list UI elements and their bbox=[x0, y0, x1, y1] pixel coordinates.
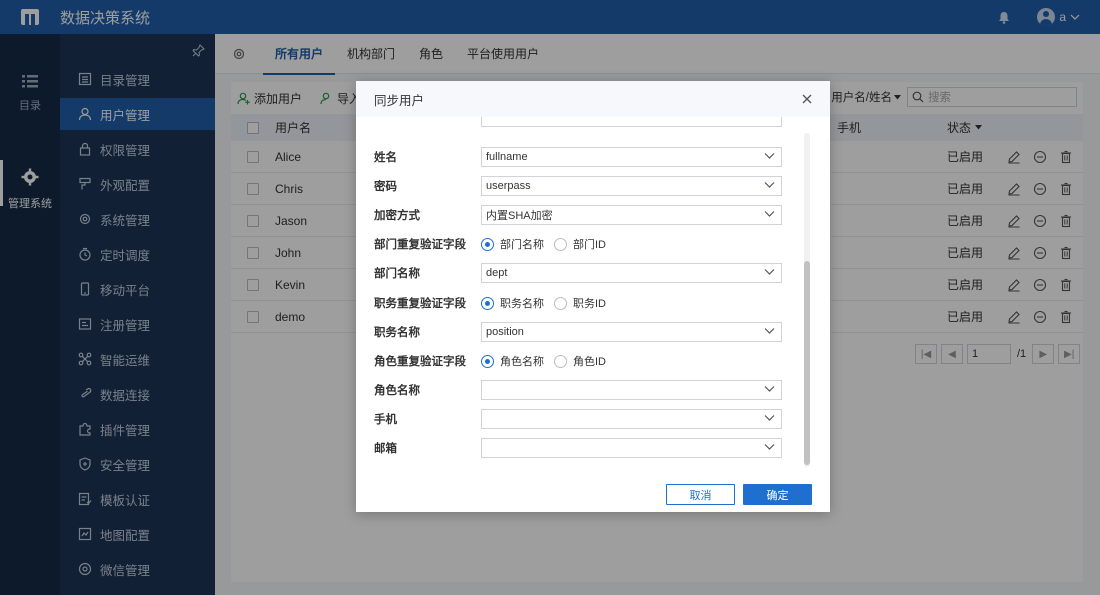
role-name-radio[interactable]: 角色名称 bbox=[481, 353, 544, 369]
fullname-value: fullname bbox=[486, 151, 528, 163]
mobile-select[interactable] bbox=[481, 409, 782, 429]
sync-users-dialog: 同步用户 姓名 fullname 密码 userpass 加密方式 内置SHA加… bbox=[356, 81, 830, 512]
chevron-down-icon bbox=[764, 328, 775, 334]
field-row-email: 邮箱 bbox=[374, 437, 784, 459]
post-name-radio-label: 职务名称 bbox=[500, 298, 544, 310]
field-row-fullname: 姓名 fullname bbox=[374, 146, 784, 168]
chevron-down-icon bbox=[764, 211, 775, 217]
chevron-down-icon bbox=[764, 153, 775, 159]
dept-name-radio-label: 部门名称 bbox=[500, 239, 544, 251]
field-row-password: 密码 userpass bbox=[374, 175, 784, 197]
dialog-header: 同步用户 bbox=[356, 81, 830, 117]
role-id-radio[interactable]: 角色ID bbox=[554, 353, 606, 369]
password-label: 密码 bbox=[374, 181, 397, 193]
field-row-encrypt: 加密方式 内置SHA加密 bbox=[374, 204, 784, 226]
password-select[interactable]: userpass bbox=[481, 176, 782, 196]
role-id-radio-label: 角色ID bbox=[573, 356, 606, 368]
dialog-body: 姓名 fullname 密码 userpass 加密方式 内置SHA加密 部门重… bbox=[356, 117, 830, 467]
role-name-select[interactable] bbox=[481, 380, 782, 400]
dept-verify-label: 部门重复验证字段 bbox=[374, 239, 466, 251]
field-row-post-verify: 职务重复验证字段 职务名称 职务ID bbox=[374, 292, 784, 314]
hidden-select[interactable] bbox=[481, 117, 782, 127]
chevron-down-icon bbox=[764, 415, 775, 421]
post-name-value: position bbox=[486, 326, 524, 338]
chevron-down-icon bbox=[764, 386, 775, 392]
post-id-radio[interactable]: 职务ID bbox=[554, 295, 606, 311]
chevron-down-icon bbox=[764, 269, 775, 275]
post-id-radio-label: 职务ID bbox=[573, 298, 606, 310]
role-name-radio-label: 角色名称 bbox=[500, 356, 544, 368]
fullname-select[interactable]: fullname bbox=[481, 147, 782, 167]
dept-id-radio-label: 部门ID bbox=[573, 239, 606, 251]
field-row-mobile: 手机 bbox=[374, 408, 784, 430]
post-verify-radio-group: 职务名称 职务ID bbox=[481, 295, 608, 311]
post-name-radio[interactable]: 职务名称 bbox=[481, 295, 544, 311]
post-verify-label: 职务重复验证字段 bbox=[374, 298, 466, 310]
radio-dot bbox=[481, 296, 494, 310]
email-label: 邮箱 bbox=[374, 443, 397, 455]
dept-name-label: 部门名称 bbox=[374, 268, 420, 280]
radio-dot bbox=[554, 354, 567, 368]
dialog-footer: 取消 确定 bbox=[356, 467, 830, 512]
role-verify-label: 角色重复验证字段 bbox=[374, 356, 466, 368]
chevron-down-icon bbox=[764, 182, 775, 188]
field-row-hidden bbox=[374, 117, 784, 128]
dept-id-radio[interactable]: 部门ID bbox=[554, 236, 606, 252]
field-row-dept-name: 部门名称 dept bbox=[374, 262, 784, 284]
field-row-post-name: 职务名称 position bbox=[374, 321, 784, 343]
dept-name-value: dept bbox=[486, 267, 508, 279]
encrypt-select[interactable]: 内置SHA加密 bbox=[481, 205, 782, 225]
fullname-label: 姓名 bbox=[374, 152, 397, 164]
dept-name-select[interactable]: dept bbox=[481, 263, 782, 283]
encrypt-value: 内置SHA加密 bbox=[486, 210, 553, 222]
role-name-label: 角色名称 bbox=[374, 385, 420, 397]
radio-dot bbox=[554, 296, 567, 310]
field-row-dept-verify: 部门重复验证字段 部门名称 部门ID bbox=[374, 233, 784, 255]
close-icon[interactable] bbox=[800, 92, 814, 106]
encrypt-label: 加密方式 bbox=[374, 210, 420, 222]
password-value: userpass bbox=[486, 180, 531, 192]
mobile-label: 手机 bbox=[374, 414, 397, 426]
chevron-down-icon bbox=[764, 444, 775, 450]
field-row-role-verify: 角色重复验证字段 角色名称 角色ID bbox=[374, 350, 784, 372]
field-row-role-name: 角色名称 bbox=[374, 379, 784, 401]
radio-dot bbox=[554, 237, 567, 251]
dialog-scrollbar-thumb[interactable] bbox=[804, 261, 810, 465]
cancel-button[interactable]: 取消 bbox=[666, 484, 735, 505]
post-name-label: 职务名称 bbox=[374, 327, 420, 339]
dept-verify-radio-group: 部门名称 部门ID bbox=[481, 236, 608, 252]
confirm-button[interactable]: 确定 bbox=[743, 484, 812, 505]
post-name-select[interactable]: position bbox=[481, 322, 782, 342]
radio-dot bbox=[481, 354, 494, 368]
dept-name-radio[interactable]: 部门名称 bbox=[481, 236, 544, 252]
role-verify-radio-group: 角色名称 角色ID bbox=[481, 353, 608, 369]
dialog-title: 同步用户 bbox=[374, 93, 425, 108]
email-select[interactable] bbox=[481, 438, 782, 458]
radio-dot bbox=[481, 237, 494, 251]
